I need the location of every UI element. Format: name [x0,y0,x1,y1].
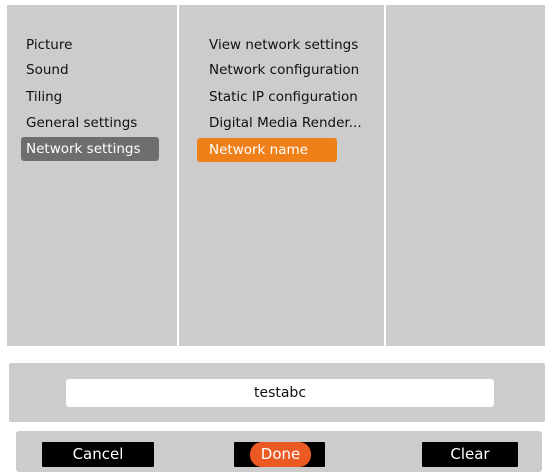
network-name-entry-panel: testabc [9,363,545,422]
submenu-item-view-network-settings[interactable]: View network settings [204,33,358,57]
settings-menu-panel: Picture Sound Tiling General settings Ne… [7,5,545,346]
submenu-item-network-configuration[interactable]: Network configuration [204,58,359,82]
action-button-bar: Cancel Done Clear [16,431,542,472]
clear-button[interactable]: Clear [422,442,518,467]
done-button[interactable]: Done [234,442,325,467]
cancel-button[interactable]: Cancel [42,442,154,467]
menu-item-tiling[interactable]: Tiling [21,85,62,109]
menu-item-general-settings[interactable]: General settings [21,111,137,135]
clear-button-label: Clear [450,445,490,463]
cancel-button-label: Cancel [72,445,124,463]
done-button-highlight: Done [250,442,311,467]
menu-item-network-settings[interactable]: Network settings [21,137,159,161]
menu-item-picture[interactable]: Picture [21,33,72,57]
submenu-item-network-name[interactable]: Network name [197,138,337,162]
third-menu-column [386,5,545,346]
submenu-item-static-ip-configuration[interactable]: Static IP configuration [204,85,358,109]
menu-item-sound[interactable]: Sound [21,58,69,82]
done-button-label: Done [260,445,301,463]
network-name-input[interactable]: testabc [66,379,494,407]
submenu-item-digital-media-render[interactable]: Digital Media Render... [204,111,362,135]
column-divider [177,5,179,346]
